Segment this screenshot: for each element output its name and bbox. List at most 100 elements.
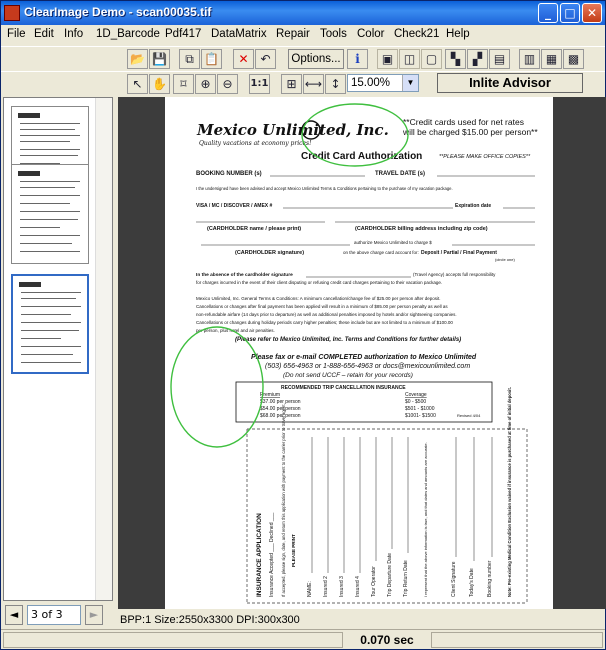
document-viewer[interactable]: Mexico Unlimited, Inc. Quality vacations…	[118, 97, 606, 609]
terms-line-3: non-refundable airfare (14 days prior to…	[196, 312, 457, 317]
status-cell-right	[431, 632, 603, 648]
menu-tools[interactable]: Tools	[320, 28, 347, 40]
status-cell-main	[3, 632, 343, 648]
app-col-6: Insured 3	[339, 576, 345, 597]
close-button[interactable]: ✕	[582, 3, 602, 23]
menu-pdf417[interactable]: Pdf417	[165, 28, 201, 40]
menu-datamatrix[interactable]: DataMatrix	[211, 28, 267, 40]
coverage-header: Coverage	[405, 392, 427, 398]
terms-line-1: Mexico Unlimited, Inc. General Terms & C…	[196, 296, 441, 301]
menu-check21[interactable]: Check21	[394, 28, 439, 40]
barcode-1d-icon[interactable]: ▥	[519, 49, 540, 69]
thumbnail-page-3[interactable]	[11, 274, 89, 374]
hand-pan-icon[interactable]: ✋	[149, 74, 170, 94]
app-col-10: Trip Return Date	[403, 560, 409, 597]
fit-width-icon[interactable]: ⟷	[303, 74, 324, 94]
info-icon[interactable]: i	[347, 49, 368, 69]
image-info-bar: BPP:1 Size:2550x3300 DPI:300x300	[120, 614, 300, 626]
refer-text: (Please refer to Mexico Unlimited, Inc. …	[235, 337, 461, 343]
maximize-button[interactable]: □	[560, 3, 580, 23]
actual-size-button[interactable]: 1:1	[249, 74, 270, 94]
next-page-button[interactable]: ►	[85, 605, 103, 625]
cardholder-signature-label: (CARDHOLDER signature)	[235, 250, 304, 256]
color-merge-icon[interactable]: ▞	[467, 49, 488, 69]
zoom-select[interactable]: 15.00% ▼	[347, 74, 419, 92]
travel-date-label: TRAVEL DATE (s)	[375, 171, 425, 177]
ins-row-2-coverage: $501 - $1000	[405, 406, 435, 412]
page-navigation: ◄ 3 of 3 ►	[3, 605, 113, 627]
app-col-7: Insured 4	[355, 576, 361, 597]
app-col-12: Client Signature	[451, 561, 457, 597]
zoom-in-icon[interactable]: ⊕	[195, 74, 216, 94]
thumbnail-pane[interactable]	[3, 97, 113, 601]
menu-1d-barcode[interactable]: 1D_Barcode	[96, 28, 160, 40]
app-col-2: If accepted, please sign, date, and retu…	[281, 403, 286, 597]
copy-icon[interactable]: ⧉	[179, 49, 200, 69]
app-title: INSURANCE APPLICATION	[256, 513, 263, 597]
cardholder-address-label: (CARDHOLDER billing address including zi…	[355, 226, 488, 232]
terms-line-2: Cancellations or changes after final pay…	[196, 304, 448, 309]
prev-page-button[interactable]: ◄	[5, 605, 23, 625]
paste-icon[interactable]: 📋	[201, 49, 222, 69]
chevron-down-icon[interactable]: ▼	[402, 75, 418, 91]
thumbnail-scrollbar[interactable]	[95, 98, 112, 600]
note-line-2: will be charged $15.00 per person**	[402, 127, 538, 137]
app-col-13: Today's Date	[469, 568, 475, 597]
ins-row-3-coverage: $1001- $1500	[405, 413, 436, 419]
card-line-label: VISA / MC / DISCOVER / AMEX #	[196, 203, 273, 209]
delete-icon[interactable]: ✕	[233, 49, 254, 69]
menu-repair[interactable]: Repair	[276, 28, 310, 40]
save-icon[interactable]: 💾	[149, 49, 170, 69]
app-col-11: I represent that the above information i…	[423, 442, 428, 597]
options-button[interactable]: Options...	[288, 49, 344, 69]
expiration-label: Expiration date	[455, 203, 491, 209]
layers-icon[interactable]: ▤	[489, 49, 510, 69]
zoom-value: 15.00%	[351, 77, 391, 89]
document-page: Mexico Unlimited, Inc. Quality vacations…	[165, 97, 553, 609]
open-icon[interactable]: 📂	[127, 49, 148, 69]
main-toolbar: 📂 💾 ⧉ 📋 ✕ ↶ Options... i ▣ ◫ ▢ ▚ ▞ ▤ ▥ ▦…	[1, 46, 605, 71]
fit-height-icon[interactable]: ↕	[325, 74, 346, 94]
inlite-advisor-button[interactable]: Inlite Advisor	[437, 73, 583, 93]
zoom-out-icon[interactable]: ⊖	[217, 74, 238, 94]
insurance-title: RECOMMENDED TRIP CANCELLATION INSURANCE	[281, 385, 406, 391]
deposit-text: Deposit / Partial / Final Payment	[421, 250, 497, 256]
menu-file[interactable]: File	[7, 28, 26, 40]
undo-icon[interactable]: ↶	[255, 49, 276, 69]
circle-one-text: (circle one)	[495, 257, 515, 262]
color-split-icon[interactable]: ▚	[445, 49, 466, 69]
deskew-icon[interactable]: ◫	[399, 49, 420, 69]
doc-heading: Credit Card Authorization	[301, 151, 422, 162]
menu-edit[interactable]: Edit	[34, 28, 54, 40]
menu-info[interactable]: Info	[64, 28, 83, 40]
authorize-text: authorize Mexico Unlimited to charge $	[354, 240, 432, 245]
barcode-pdf417-icon[interactable]: ▦	[541, 49, 562, 69]
status-time: 0.070 sec	[360, 633, 414, 647]
title-bar[interactable]: ClearImage Demo - scan00035.tif _ □ ✕	[1, 1, 605, 25]
thumbnail-page-2[interactable]	[11, 164, 89, 264]
pointer-icon[interactable]: ↖	[127, 74, 148, 94]
menu-color[interactable]: Color	[357, 28, 384, 40]
ins-row-1-coverage: $0 - $500	[405, 399, 426, 405]
app-col-14: Booking number	[487, 560, 493, 597]
annotation-ellipse-left	[170, 326, 264, 448]
note-line-1: **Credit cards used for net rates	[403, 117, 524, 127]
rotate-icon[interactable]: ▢	[421, 49, 442, 69]
app-col-15: Note: Pre-existing Medical Condition Exc…	[507, 387, 512, 597]
menu-bar: File Edit Info 1D_Barcode Pdf417 DataMat…	[1, 25, 605, 44]
crop-icon[interactable]: ▣	[377, 49, 398, 69]
advised-text: I the undersigned have been advised and …	[196, 186, 453, 191]
app-col-8: Tour Operator	[371, 566, 377, 597]
fax-line-3: (Do not send UCCF – retain for your reco…	[283, 372, 413, 379]
barcode-datamatrix-icon[interactable]: ▩	[563, 49, 584, 69]
page-number-field[interactable]: 3 of 3	[27, 605, 81, 625]
fit-page-icon[interactable]: ⊞	[281, 74, 302, 94]
app-icon	[4, 5, 20, 21]
minimize-button[interactable]: _	[538, 3, 558, 23]
select-region-icon[interactable]: ⌑	[173, 74, 194, 94]
cardholder-name-label: (CARDHOLDER name / please print)	[207, 226, 301, 232]
app-col-5: Insured 2	[323, 576, 329, 597]
terms-line-4: Cancellations or changes during holiday …	[196, 320, 453, 325]
menu-help[interactable]: Help	[446, 28, 470, 40]
doc-heading-note: **PLEASE MAKE OFFICE COPIES**	[439, 154, 531, 160]
